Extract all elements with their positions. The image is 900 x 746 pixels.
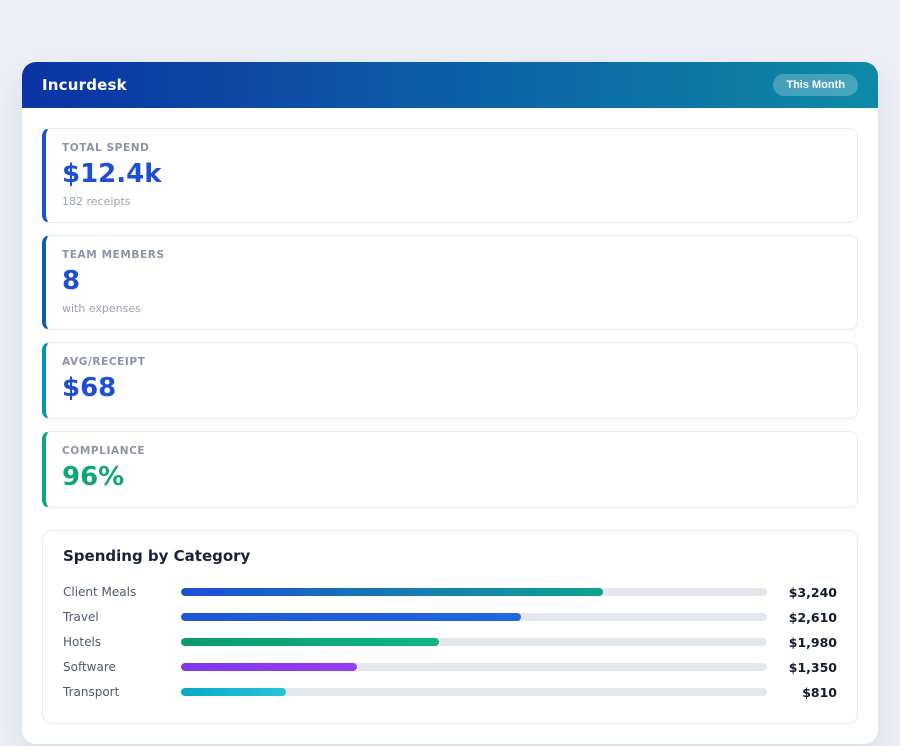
category-value: $2,610 [788,609,837,625]
bar-track [181,613,767,622]
stat-card-compliance: COMPLIANCE 96% [42,430,858,508]
category-label: Transport [63,685,120,700]
category-row: Travel $2,610 [63,605,837,630]
stat-value: $12.4k [62,159,162,189]
bar-fill [181,663,357,672]
bar-track [181,688,767,697]
period-badge[interactable]: This Month [773,74,858,96]
bar-fill [181,613,521,622]
stat-card-total-spend: TOTAL SPEND $12.4k 182 receipts [42,128,858,223]
app-title: Incurdesk [42,76,127,94]
category-row: Hotels $1,980 [63,630,837,655]
bar-track [181,663,767,672]
bar-track [181,588,767,597]
stat-subtext: with expenses [62,301,141,315]
category-value: $3,240 [788,584,837,600]
stat-label: TEAM MEMBERS [62,248,165,261]
category-label: Travel [63,610,99,625]
bar-fill [181,688,287,697]
category-label: Hotels [63,635,102,650]
category-row: Client Meals $3,240 [63,580,837,605]
category-value: $1,350 [788,659,837,675]
bar-fill [181,588,603,597]
category-value: $1,980 [788,634,837,650]
category-label: Software [63,660,116,675]
app-header: Incurdesk This Month [22,62,878,108]
stat-label: TOTAL SPEND [62,142,150,154]
stat-value: $68 [62,372,117,403]
stat-label: COMPLIANCE [62,444,146,457]
bar-track [181,638,767,647]
bar-fill [181,638,439,647]
stat-value: 96% [62,461,125,492]
stat-card-team-members: TEAM MEMBERS 8 with expenses [42,234,858,330]
stat-card-avg-receipt: AVG/RECEIPT $68 [42,341,858,419]
spending-by-category-card: Spending by Category Client Meals $3,240 T… [42,529,858,724]
dashboard-content: TOTAL SPEND $12.4k 182 receipts TEAM MEM… [22,108,878,744]
stat-subtext: 182 receipts [62,194,131,208]
category-value: $810 [802,684,837,700]
chart-title: Spending by Category [63,546,251,565]
category-rows: Client Meals $3,240 Travel $2,610 Hotels $1,9… [63,580,837,705]
category-row: Transport $810 [63,680,837,705]
category-label: Client Meals [63,585,137,600]
dashboard-card: Incurdesk This Month TOTAL SPEND $12.4k … [22,62,878,744]
stat-label: AVG/RECEIPT [62,355,146,368]
category-row: Software $1,350 [63,655,837,680]
stat-value: 8 [62,265,81,296]
